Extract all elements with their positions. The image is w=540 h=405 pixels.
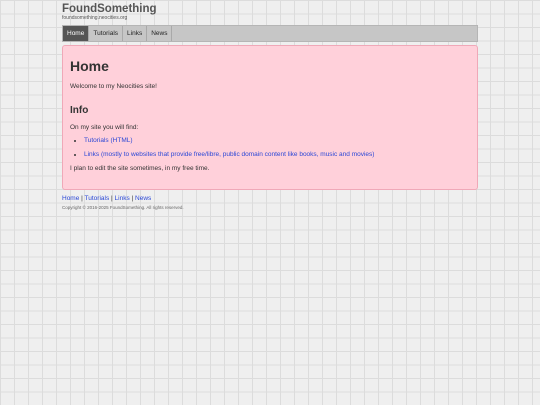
site-title[interactable]: FoundSomething bbox=[62, 2, 478, 16]
welcome-text: Welcome to my Neocities site! bbox=[70, 83, 157, 90]
nav-item-home[interactable]: Home bbox=[63, 26, 90, 41]
page-container: FoundSomething foundsomething.neocities.… bbox=[62, 2, 478, 211]
find-text: On my site you will find: bbox=[70, 124, 139, 131]
nav-item-news[interactable]: News bbox=[147, 26, 173, 41]
site-url: foundsomething.neocities.org bbox=[62, 15, 128, 21]
content-list: Tutorials (HTML) Links (mostly to websit… bbox=[70, 137, 469, 159]
page-heading: Home bbox=[70, 58, 109, 74]
nav-bar: Home Tutorials Links News bbox=[62, 25, 478, 42]
footer-link-links[interactable]: Links bbox=[115, 195, 130, 202]
footer-link-tutorials[interactable]: Tutorials bbox=[85, 195, 110, 202]
tutorials-link[interactable]: Tutorials (HTML) bbox=[84, 137, 133, 144]
info-heading: Info bbox=[70, 105, 89, 116]
content-panel: Home Welcome to my Neocities site! Info … bbox=[62, 45, 478, 190]
list-item: Links (mostly to websites that provide f… bbox=[84, 151, 469, 159]
footer-link-home[interactable]: Home bbox=[62, 195, 79, 202]
list-item: Tutorials (HTML) bbox=[84, 137, 469, 145]
nav-item-tutorials[interactable]: Tutorials bbox=[89, 26, 124, 41]
footer-link-news[interactable]: News bbox=[135, 195, 151, 202]
links-link[interactable]: Links (mostly to websites that provide f… bbox=[84, 151, 374, 158]
footer-nav: Home | Tutorials | Links | News bbox=[62, 195, 478, 203]
copyright-text: Copyright © 2016-2025 FoundSomething. Al… bbox=[62, 205, 184, 210]
nav-item-links[interactable]: Links bbox=[123, 26, 148, 41]
plan-text: I plan to edit the site sometimes, in my… bbox=[70, 165, 210, 172]
